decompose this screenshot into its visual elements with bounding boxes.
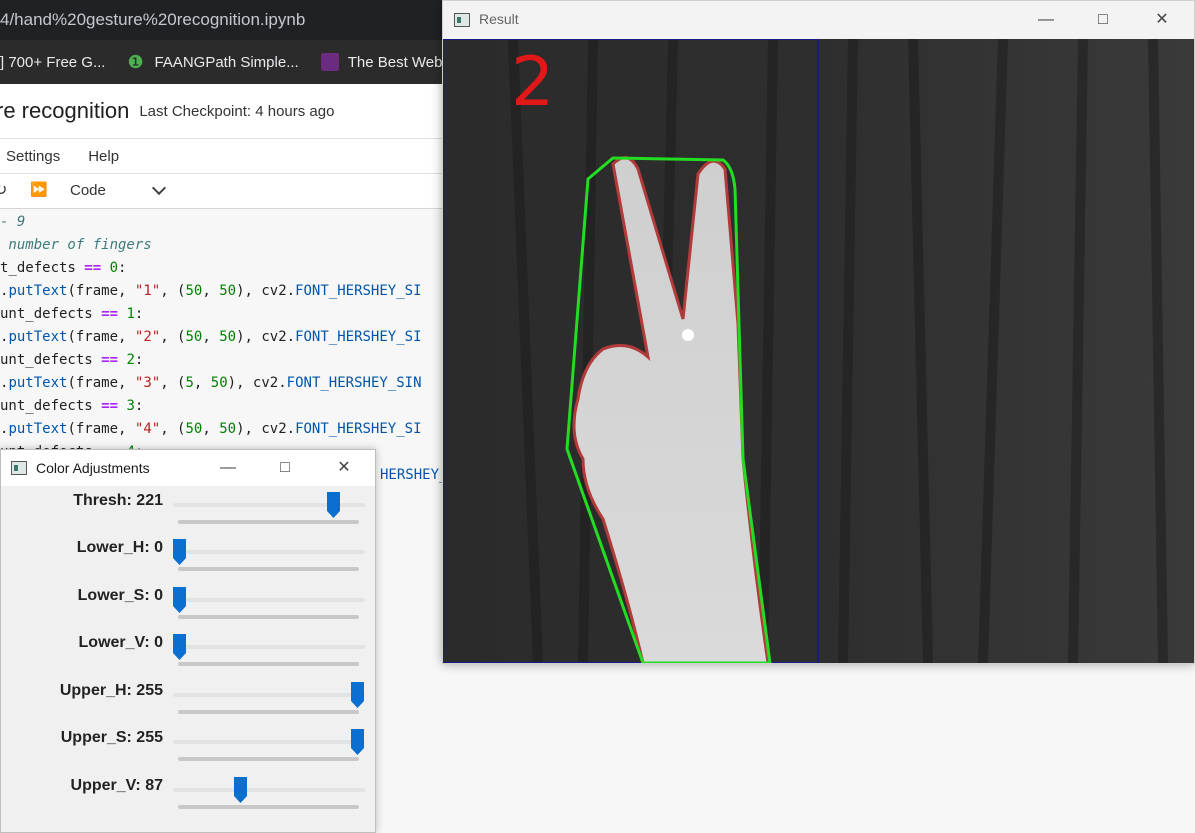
trackbar-thresh[interactable]: Thresh: 221 xyxy=(1,492,375,536)
trackbar-upper-s[interactable]: Upper_S: 255 xyxy=(1,729,375,773)
trackbar-track[interactable] xyxy=(173,693,365,697)
code-line: - 9 xyxy=(0,214,26,230)
code-line: unt_defects == 2: xyxy=(0,352,144,368)
trackbar-scale xyxy=(178,805,359,809)
trackbar-scale xyxy=(178,520,359,524)
restart-icon[interactable]: ↻ xyxy=(0,180,7,200)
trackbar-label: Upper_H: 255 xyxy=(59,682,163,699)
trackbar-lower-v[interactable]: Lower_V: 0 xyxy=(1,634,375,678)
trackbar-scale xyxy=(178,662,359,666)
trackbar-thumb[interactable] xyxy=(351,729,364,755)
code-line: t_defects == 0: xyxy=(0,260,127,276)
trackbar-thumb[interactable] xyxy=(351,682,364,708)
trackbar-lower-h[interactable]: Lower_H: 0 xyxy=(1,539,375,583)
bookmark-label: FAANGPath Simple... xyxy=(154,53,299,71)
code-line: unt_defects == 3: xyxy=(0,398,144,414)
trackbar-track[interactable] xyxy=(173,550,365,554)
trackbar-label: Lower_H: 0 xyxy=(76,539,163,556)
defect-point xyxy=(682,329,694,341)
trackbar-label: Lower_S: 0 xyxy=(77,587,163,604)
minimize-button[interactable]: — xyxy=(205,449,251,487)
bookmark-3[interactable]: The Best Websit xyxy=(320,53,457,71)
trackbar-label: Upper_S: 255 xyxy=(60,729,163,746)
close-button[interactable]: ✕ xyxy=(1139,1,1185,39)
window-icon xyxy=(11,461,27,475)
code-line: .putText(frame, "4", (50, 50), cv2.FONT_… xyxy=(0,421,422,437)
cell-type-value: Code xyxy=(70,182,106,199)
maximize-button[interactable]: □ xyxy=(1080,1,1126,39)
trackbar-thumb[interactable] xyxy=(173,587,186,613)
notebook-name[interactable]: re recognition xyxy=(0,98,129,124)
cell-type-select[interactable]: Code xyxy=(70,182,106,199)
window-icon xyxy=(454,13,470,27)
result-title: Result xyxy=(479,11,519,27)
menu-settings[interactable]: Settings xyxy=(6,148,60,165)
code-line: .putText(frame, "3", (5, 50), cv2.FONT_H… xyxy=(0,375,422,391)
color-adjustments-window[interactable]: Color Adjustments — □ ✕ Thresh: 221 Lower… xyxy=(0,449,376,833)
trackbar-thumb[interactable] xyxy=(173,539,186,565)
code-line: .putText(frame, "1", (50, 50), cv2.FONT_… xyxy=(0,283,422,299)
site-icon xyxy=(320,53,339,71)
camera-frame: 2 xyxy=(443,39,1194,663)
code-line: unt_defects == 1: xyxy=(0,306,144,322)
code-line: number of fingers xyxy=(0,237,152,253)
trackbar-label: Thresh: 221 xyxy=(73,492,163,509)
chevron-down-icon[interactable] xyxy=(151,180,167,196)
trackbar-scale xyxy=(178,615,359,619)
code-line: .putText(frame, "2", (50, 50), cv2.FONT_… xyxy=(0,329,422,345)
trackbar-track[interactable] xyxy=(173,740,365,744)
checkpoint-status: Last Checkpoint: 4 hours ago xyxy=(139,102,335,120)
trackbar-scale xyxy=(178,710,359,714)
trackbar-lower-s[interactable]: Lower_S: 0 xyxy=(1,587,375,631)
trackbar-upper-h[interactable]: Upper_H: 255 xyxy=(1,682,375,726)
leaf-icon: ❶ xyxy=(127,52,144,72)
url-text: 4/hand%20gesture%20recognition.ipynb xyxy=(0,10,306,29)
minimize-button[interactable]: — xyxy=(1023,1,1069,39)
camera-frame-svg: 2 xyxy=(443,39,1194,663)
close-button[interactable]: ✕ xyxy=(321,449,367,487)
trackbar-label: Lower_V: 0 xyxy=(78,634,163,651)
trackbar-thumb[interactable] xyxy=(327,492,341,518)
menu-help[interactable]: Help xyxy=(88,148,119,165)
trackbar-scale xyxy=(178,567,359,571)
trackbar-label: Upper_V: 87 xyxy=(70,777,163,794)
result-titlebar[interactable]: Result — □ ✕ xyxy=(443,1,1194,39)
trackbar-thumb[interactable] xyxy=(233,777,247,803)
result-window[interactable]: Result — □ ✕ 2 xyxy=(442,0,1195,664)
trackbar-thumb[interactable] xyxy=(173,634,186,660)
adjust-title: Color Adjustments xyxy=(36,460,150,476)
adjust-titlebar[interactable]: Color Adjustments — □ ✕ xyxy=(1,450,375,486)
trackbar-upper-v[interactable]: Upper_V: 87 xyxy=(1,777,375,821)
run-all-icon[interactable]: ⏩ xyxy=(30,181,47,198)
maximize-button[interactable]: □ xyxy=(262,449,308,487)
trackbar-track[interactable] xyxy=(173,598,365,602)
trackbar-track[interactable] xyxy=(173,788,365,792)
bookmark-label: ] 700+ Free G... xyxy=(0,53,106,71)
bookmark-2[interactable]: ❶ FAANGPath Simple... xyxy=(127,53,298,71)
trackbar-scale xyxy=(178,757,359,761)
trackbar-track[interactable] xyxy=(173,645,365,649)
bookmark-1[interactable]: ] 700+ Free G... xyxy=(0,54,105,71)
finger-count: 2 xyxy=(511,43,554,122)
